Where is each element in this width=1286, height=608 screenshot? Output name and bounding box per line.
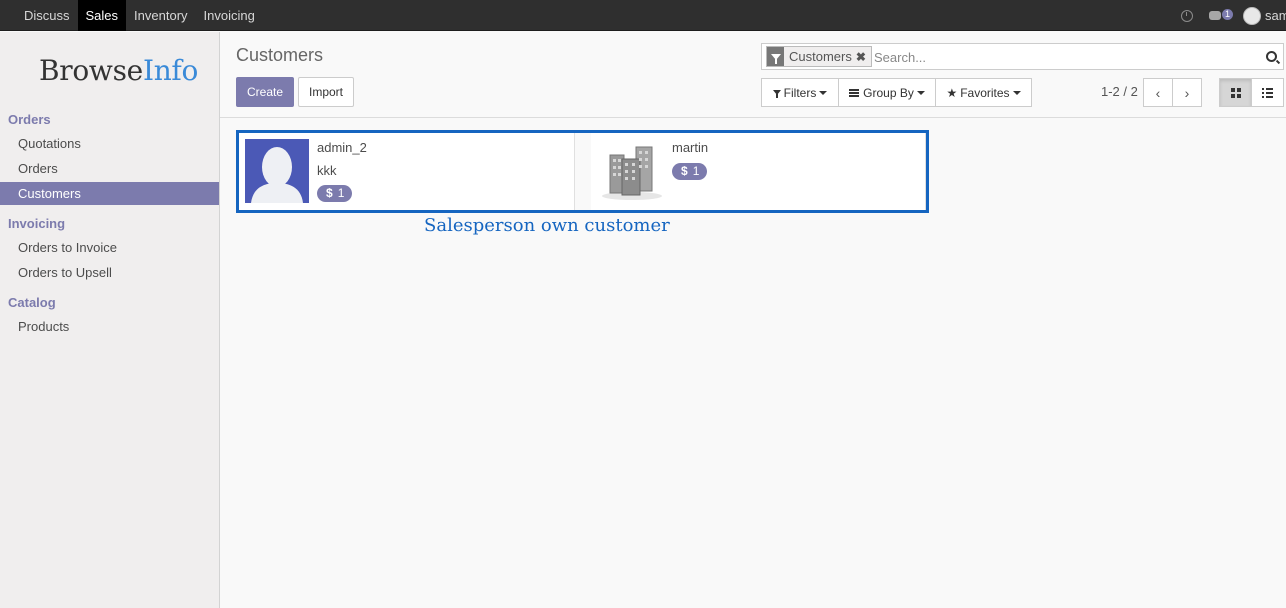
company-logo[interactable]: BrowseInfo — [39, 54, 198, 87]
favorites-dropdown[interactable]: ★ Favorites — [935, 78, 1032, 107]
sidebar-section-orders[interactable]: Orders — [8, 112, 51, 127]
kanban-view-button[interactable] — [1219, 78, 1252, 107]
activity-clock-icon[interactable] — [1180, 9, 1193, 22]
facet-value: Customers — [789, 49, 852, 64]
favorites-label: Favorites — [960, 85, 1010, 100]
filters-dropdown[interactable]: Filters — [761, 78, 839, 107]
search-input[interactable] — [874, 47, 1254, 67]
app-menu: Discuss Sales Inventory Invoicing — [16, 0, 263, 31]
control-panel-divider — [220, 117, 1286, 118]
filters-label: Filters — [783, 85, 817, 100]
caret-down-icon — [916, 90, 925, 95]
chevron-right-icon: › — [1184, 84, 1190, 101]
annotation-caption: Salesperson own customer — [424, 215, 670, 236]
systray: 1 sam — [1180, 0, 1286, 31]
groupby-label: Group By — [863, 85, 914, 100]
search-icon[interactable] — [1266, 51, 1277, 62]
sidebar-item-orders[interactable]: Orders — [0, 157, 219, 180]
facet-filter-icon — [767, 47, 784, 66]
page-title: Customers — [236, 45, 324, 65]
groupby-dropdown[interactable]: Group By — [838, 78, 936, 107]
pager-next-button[interactable]: › — [1172, 78, 1202, 107]
sidebar-item-quotations[interactable]: Quotations — [0, 132, 219, 155]
top-navbar: Discuss Sales Inventory Invoicing 1 sam — [0, 0, 1286, 31]
sidebar-item-customers[interactable]: Customers — [0, 182, 219, 205]
sidebar-section-catalog[interactable]: Catalog — [8, 295, 56, 310]
menu-invoicing[interactable]: Invoicing — [196, 0, 263, 31]
star-icon: ★ — [946, 85, 958, 100]
bars-icon — [849, 88, 860, 97]
chat-count-badge: 1 — [1221, 9, 1233, 20]
search-facet[interactable]: Customers ✖ — [766, 46, 872, 67]
annotation-highlight-box — [236, 130, 929, 213]
sidebar-item-orders-to-upsell[interactable]: Orders to Upsell — [0, 261, 219, 284]
chevron-left-icon: ‹ — [1155, 84, 1161, 101]
list-view-button[interactable] — [1251, 78, 1284, 107]
user-avatar[interactable] — [1243, 6, 1261, 25]
caret-down-icon — [1012, 90, 1021, 95]
kanban-icon — [1230, 87, 1241, 98]
import-button[interactable]: Import — [298, 77, 354, 107]
menu-discuss[interactable]: Discuss — [16, 0, 78, 31]
menu-inventory[interactable]: Inventory — [126, 0, 195, 31]
filter-icon — [772, 90, 781, 98]
sidebar-section-invoicing[interactable]: Invoicing — [8, 216, 65, 231]
menu-sales[interactable]: Sales — [77, 0, 127, 31]
pager-value[interactable]: 1-2 / 2 — [1101, 84, 1138, 99]
facet-remove-icon[interactable]: ✖ — [856, 50, 871, 64]
caret-down-icon — [819, 90, 828, 95]
pager-previous-button[interactable]: ‹ — [1143, 78, 1173, 107]
chat-icon — [1208, 11, 1221, 20]
sidebar-item-products[interactable]: Products — [0, 315, 219, 338]
create-button[interactable]: Create — [236, 77, 294, 107]
list-icon — [1262, 88, 1273, 98]
user-name[interactable]: sam — [1265, 8, 1286, 23]
sidebar-item-orders-to-invoice[interactable]: Orders to Invoice — [0, 236, 219, 259]
search-bar: Customers ✖ — [761, 43, 1284, 70]
messaging-menu[interactable]: 1 — [1208, 9, 1233, 20]
